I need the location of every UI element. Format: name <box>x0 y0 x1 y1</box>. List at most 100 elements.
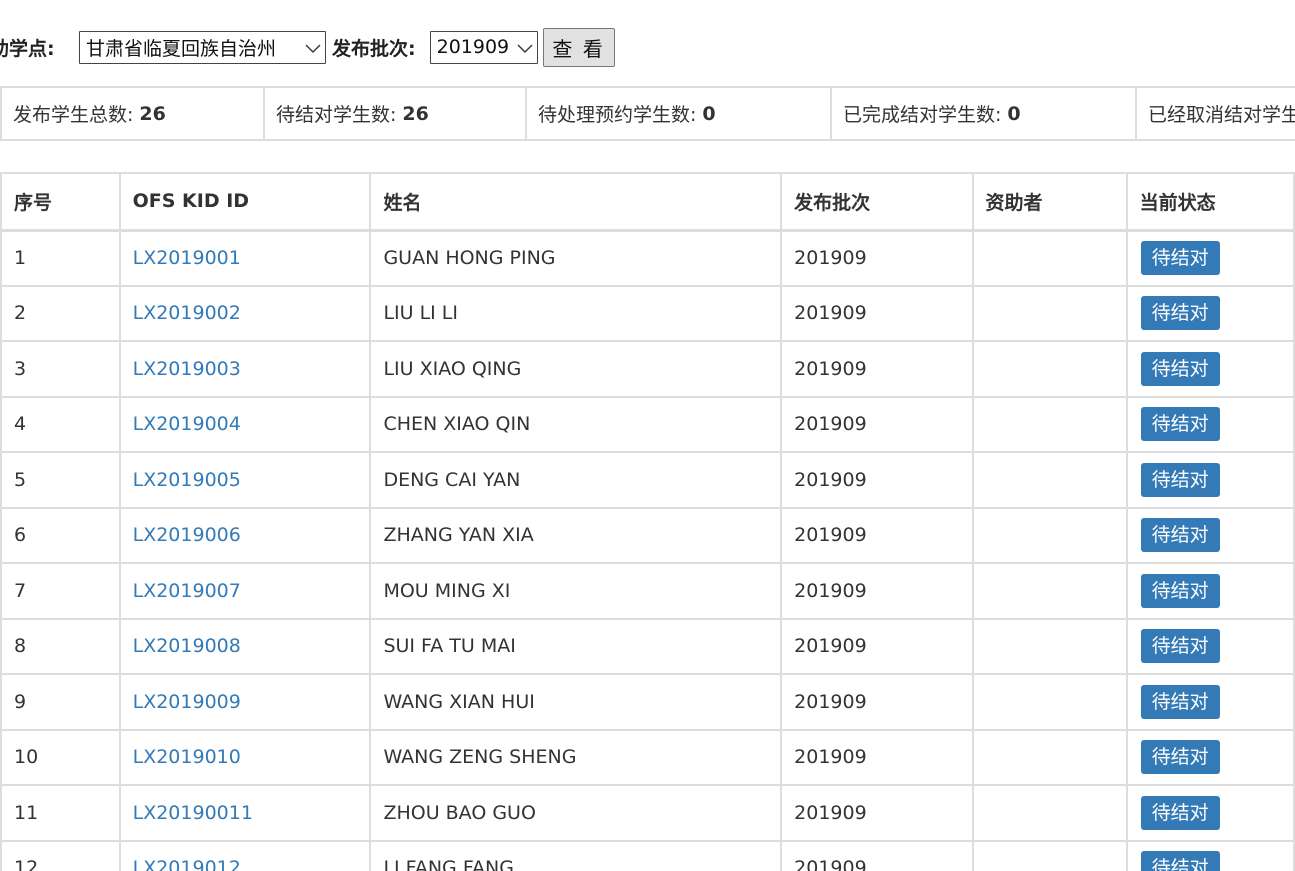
header-name: 姓名 <box>369 172 783 232</box>
stat-total-published: 发布学生总数: 26 <box>0 88 263 139</box>
stat-value: 0 <box>702 102 716 125</box>
cell-batch: 201909 <box>780 839 974 871</box>
cell-index: 4 <box>0 395 121 453</box>
table-row: 6 LX2019006 ZHANG YAN XIA 201909 待结对 <box>0 506 1295 564</box>
status-badge[interactable]: 待结对 <box>1140 740 1220 775</box>
cell-status: 待结对 <box>1125 728 1295 786</box>
kid-id-link[interactable]: LX2019007 <box>133 580 241 602</box>
cell-name: LI FANG FANG <box>369 839 783 871</box>
cell-index: 5 <box>0 451 121 509</box>
kid-id-link[interactable]: LX2019010 <box>133 746 241 768</box>
stat-label: 待处理预约学生数: <box>538 104 697 126</box>
kid-id-link[interactable]: LX2019005 <box>133 469 241 491</box>
filter-bar: 助学点: 甘肃省临夏回族自治州 发布批次: 201909 查 看 <box>0 27 615 67</box>
cell-status: 待结对 <box>1125 784 1295 842</box>
cell-index: 11 <box>0 784 121 842</box>
cell-sponsor <box>971 784 1128 842</box>
site-select[interactable]: 甘肃省临夏回族自治州 <box>79 30 326 64</box>
stat-value: 26 <box>139 102 166 125</box>
table-row: 12 LX2019012 LI FANG FANG 201909 待结对 <box>0 839 1295 871</box>
cell-status: 待结对 <box>1125 451 1295 509</box>
table-row: 4 LX2019004 CHEN XIAO QIN 201909 待结对 <box>0 395 1295 453</box>
cell-status: 待结对 <box>1125 506 1295 564</box>
stats-bar: 发布学生总数: 26 待结对学生数: 26 待处理预约学生数: 0 已完成结对学生数:… <box>0 86 1295 141</box>
kid-id-link[interactable]: LX2019003 <box>133 358 241 380</box>
status-badge[interactable]: 待结对 <box>1140 407 1220 442</box>
stat-label: 发布学生总数: <box>13 104 134 126</box>
cell-status: 待结对 <box>1125 617 1295 675</box>
cell-batch: 201909 <box>780 229 974 287</box>
kid-id-link[interactable]: LX2019001 <box>133 247 241 269</box>
status-badge[interactable]: 待结对 <box>1140 795 1220 830</box>
cell-status: 待结对 <box>1125 340 1295 398</box>
cell-status: 待结对 <box>1125 562 1295 620</box>
cell-batch: 201909 <box>780 673 974 731</box>
stat-label: 已完成结对学生数: <box>843 104 1002 126</box>
cell-kid-id: LX2019006 <box>118 506 372 564</box>
header-kid-id: OFS KID ID <box>118 172 372 232</box>
batch-select[interactable]: 201909 <box>429 30 538 64</box>
cell-kid-id: LX2019008 <box>118 617 372 675</box>
cell-index: 3 <box>0 340 121 398</box>
cell-name: WANG XIAN HUI <box>369 673 783 731</box>
cell-kid-id: LX2019005 <box>118 451 372 509</box>
kid-id-link[interactable]: LX2019008 <box>133 635 241 657</box>
table-row: 11 LX20190011 ZHOU BAO GUO 201909 待结对 <box>0 784 1295 842</box>
cell-kid-id: LX2019012 <box>118 839 372 871</box>
cell-sponsor <box>971 728 1128 786</box>
cell-kid-id: LX20190011 <box>118 784 372 842</box>
stat-value: 26 <box>402 102 429 125</box>
cell-status: 待结对 <box>1125 673 1295 731</box>
kid-id-link[interactable]: LX2019012 <box>133 857 241 871</box>
view-button[interactable]: 查 看 <box>542 27 615 67</box>
kid-id-link[interactable]: LX20190011 <box>133 802 253 824</box>
cell-kid-id: LX2019007 <box>118 562 372 620</box>
batch-label: 发布批次: <box>332 37 416 60</box>
cell-kid-id: LX2019001 <box>118 229 372 287</box>
cell-status: 待结对 <box>1125 284 1295 342</box>
stat-label: 已经取消结对学生数: <box>1148 104 1295 126</box>
cell-name: CHEN XIAO QIN <box>369 395 783 453</box>
cell-name: ZHANG YAN XIA <box>369 506 783 564</box>
status-badge[interactable]: 待结对 <box>1140 629 1220 664</box>
kid-id-link[interactable]: LX2019002 <box>133 302 241 324</box>
cell-index: 7 <box>0 562 121 620</box>
kid-id-link[interactable]: LX2019006 <box>133 524 241 546</box>
cell-name: LIU LI LI <box>369 284 783 342</box>
cell-name: DENG CAI YAN <box>369 451 783 509</box>
cell-batch: 201909 <box>780 284 974 342</box>
cell-status: 待结对 <box>1125 395 1295 453</box>
kid-id-link[interactable]: LX2019004 <box>133 413 241 435</box>
cell-batch: 201909 <box>780 562 974 620</box>
cell-batch: 201909 <box>780 784 974 842</box>
cell-kid-id: LX2019003 <box>118 340 372 398</box>
cell-kid-id: LX2019004 <box>118 395 372 453</box>
site-select-value: 甘肃省临夏回族自治州 <box>86 37 277 60</box>
status-badge[interactable]: 待结对 <box>1140 351 1220 386</box>
cell-batch: 201909 <box>780 395 974 453</box>
cell-name: ZHOU BAO GUO <box>369 784 783 842</box>
cell-index: 9 <box>0 673 121 731</box>
status-badge[interactable]: 待结对 <box>1140 462 1220 497</box>
table-row: 10 LX2019010 WANG ZENG SHENG 201909 待结对 <box>0 728 1295 786</box>
table-row: 7 LX2019007 MOU MING XI 201909 待结对 <box>0 562 1295 620</box>
cell-index: 1 <box>0 229 121 287</box>
table-row: 2 LX2019002 LIU LI LI 201909 待结对 <box>0 284 1295 342</box>
status-badge[interactable]: 待结对 <box>1140 241 1220 275</box>
cell-sponsor <box>971 229 1128 287</box>
status-badge[interactable]: 待结对 <box>1140 518 1220 553</box>
stat-pending-pairing: 待结对学生数: 26 <box>263 88 525 139</box>
status-badge[interactable]: 待结对 <box>1140 851 1220 871</box>
status-badge[interactable]: 待结对 <box>1140 573 1220 608</box>
table-row: 9 LX2019009 WANG XIAN HUI 201909 待结对 <box>0 673 1295 731</box>
batch-select-value: 201909 <box>436 36 510 58</box>
table-header-row: 序号 OFS KID ID 姓名 发布批次 资助者 当前状态 <box>0 172 1295 232</box>
cell-sponsor <box>971 839 1128 871</box>
status-badge[interactable]: 待结对 <box>1140 684 1220 719</box>
cell-sponsor <box>971 340 1128 398</box>
stat-cancelled-pairing: 已经取消结对学生数: <box>1135 88 1295 139</box>
status-badge[interactable]: 待结对 <box>1140 296 1220 331</box>
page: 助学点: 甘肃省临夏回族自治州 发布批次: 201909 查 看 发布学生总数:… <box>0 0 1295 871</box>
kid-id-link[interactable]: LX2019009 <box>133 691 241 713</box>
cell-sponsor <box>971 617 1128 675</box>
